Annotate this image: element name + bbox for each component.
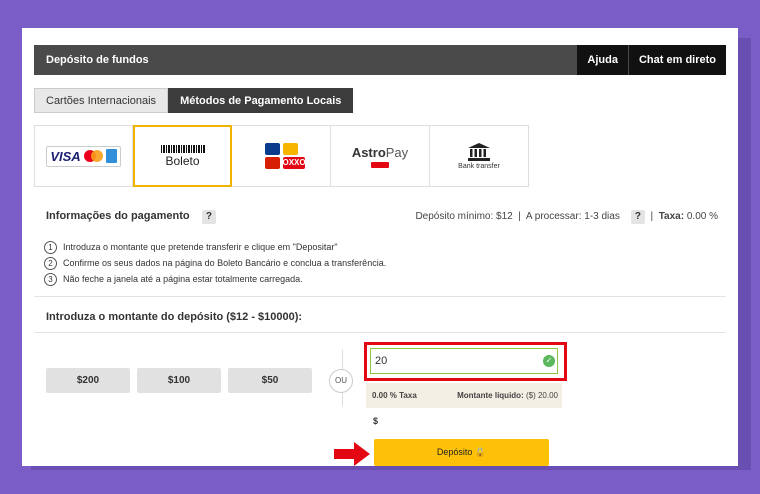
step-text: Introduza o montante que pretende transf…	[63, 242, 338, 252]
visa-text: VISA	[50, 148, 81, 164]
oxxo-icon: OXXO	[282, 157, 306, 169]
help-icon[interactable]: ?	[201, 210, 216, 224]
tax-value: 0.00 %	[686, 211, 718, 222]
list-item: 2 Confirme os seus dados na página do Bo…	[44, 255, 386, 271]
net-amount: Montante líquido: ($) 20.00	[457, 391, 558, 400]
tax-label: Taxa:	[658, 211, 685, 222]
currency-label: $	[373, 416, 379, 426]
local-banks-logo: OXXO	[264, 143, 306, 169]
arrow-right-icon	[334, 442, 370, 466]
boleto-logo: Boleto	[160, 144, 205, 168]
barcode-icon	[160, 144, 205, 153]
fee-summary: 0.00 % Taxa Montante líquido: ($) 20.00	[366, 383, 562, 408]
method-astropay[interactable]: AstroPay	[331, 125, 430, 187]
processing-label: A processar:	[525, 211, 582, 222]
fee-text: 0.00 % Taxa	[372, 391, 417, 400]
processing-help-icon[interactable]: ?	[630, 210, 645, 224]
preset-200-button[interactable]: $200	[46, 368, 130, 393]
preset-50-button[interactable]: $50	[228, 368, 312, 393]
astropay-card-icon	[370, 162, 389, 168]
net-amount-label: Montante líquido:	[457, 391, 524, 400]
net-amount-value: ($) 20.00	[525, 391, 558, 400]
check-icon: ✓	[543, 355, 555, 367]
santander-icon	[264, 157, 280, 169]
deposit-panel: Depósito de fundos Ajuda Chat em direto …	[22, 28, 738, 466]
list-item: 1 Introduza o montante que pretende tran…	[44, 239, 386, 255]
method-bank-transfer[interactable]: Bank transfer	[430, 125, 529, 187]
payment-info-title: Informações do pagamento ?	[46, 210, 216, 224]
list-item: 3 Não feche a janela até a página estar …	[44, 271, 386, 287]
bank-icon	[467, 142, 490, 161]
live-chat-button[interactable]: Chat em direto	[627, 45, 726, 75]
deposit-button[interactable]: Depósito 🔒	[374, 439, 549, 466]
amount-input[interactable]	[370, 348, 558, 374]
bank-transfer-text: Bank transfer	[458, 162, 500, 170]
payment-methods: VISA Boleto OXXO AstroPay Bank transfer	[34, 125, 529, 187]
or-separator: OU	[329, 369, 353, 393]
card-icon	[105, 149, 117, 163]
page-title: Depósito de fundos	[46, 54, 149, 66]
method-boleto[interactable]: Boleto	[133, 125, 232, 187]
method-local-banks[interactable]: OXXO	[232, 125, 331, 187]
astropay-text-b: Pay	[385, 145, 409, 160]
step-number: 2	[44, 256, 57, 270]
step-number: 1	[44, 240, 57, 254]
instructions-list: 1 Introduza o montante que pretende tran…	[44, 239, 386, 287]
divider	[34, 332, 726, 333]
mastercard-icon-overlap	[90, 150, 103, 162]
min-deposit-value: $12	[496, 211, 513, 222]
top-bar: Depósito de fundos Ajuda Chat em direto	[34, 45, 726, 75]
payment-tabs: Cartões Internacionais Métodos de Pagame…	[34, 88, 354, 113]
astropay-text-a: Astro	[351, 145, 386, 160]
itau-icon	[264, 143, 280, 155]
method-visa-mastercard[interactable]: VISA	[34, 125, 133, 187]
payment-info-title-text: Informações do pagamento	[46, 210, 190, 222]
visa-mastercard-logo: VISA	[46, 145, 121, 167]
astropay-logo: AstroPay	[352, 144, 408, 168]
amount-title: Introduza o montante do depósito ($12 - …	[46, 311, 303, 323]
step-text: Confirme os seus dados na página do Bole…	[63, 258, 387, 268]
boleto-text: Boleto	[165, 153, 200, 168]
step-text: Não feche a janela até a página estar to…	[63, 274, 303, 284]
processing-value: 1-3 dias	[584, 211, 620, 222]
payment-info-row: Informações do pagamento ? Depósito míni…	[34, 208, 726, 228]
divider	[34, 296, 726, 297]
payment-info-summary: Depósito mínimo: $12 | A processar: 1-3 …	[415, 210, 718, 224]
step-number: 3	[44, 272, 57, 286]
min-deposit-label: Depósito mínimo:	[415, 211, 494, 222]
tab-local-methods[interactable]: Métodos de Pagamento Locais	[168, 88, 354, 113]
tab-international-cards[interactable]: Cartões Internacionais	[34, 88, 169, 113]
banco-brasil-icon	[282, 143, 298, 155]
preset-100-button[interactable]: $100	[137, 368, 221, 393]
help-button[interactable]: Ajuda	[576, 45, 628, 75]
bank-transfer-logo: Bank transfer	[458, 142, 500, 170]
